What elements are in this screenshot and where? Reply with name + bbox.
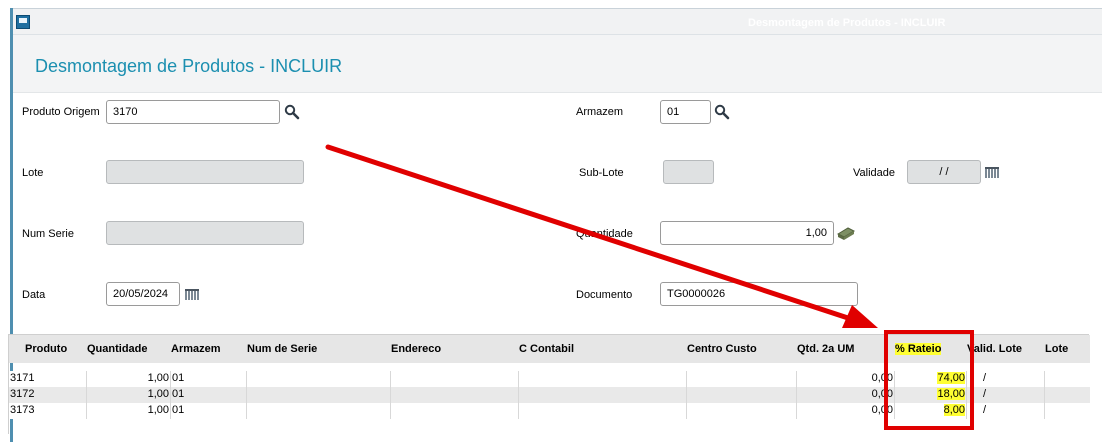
- annotation-arrow: [325, 144, 878, 328]
